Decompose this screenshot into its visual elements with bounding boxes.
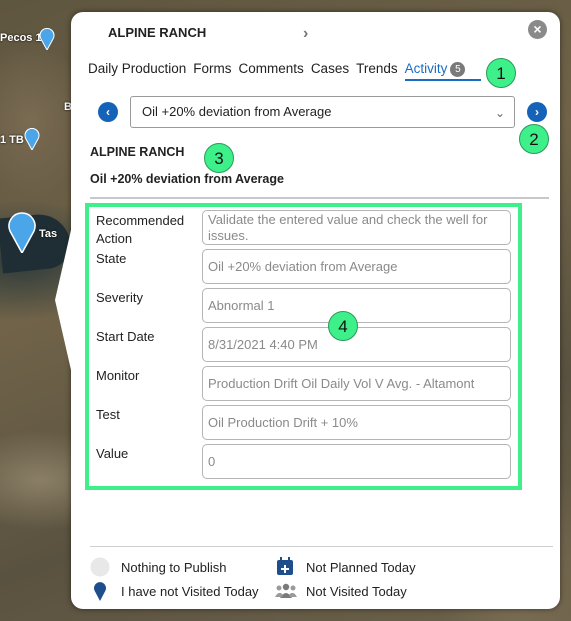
callout-1: 1 xyxy=(486,58,516,88)
field-label-severity: Severity xyxy=(96,290,143,305)
divider xyxy=(90,197,549,199)
state-field[interactable]: Oil +20% deviation from Average xyxy=(202,249,511,284)
empty-circle-icon xyxy=(90,557,110,577)
callout-2: 2 xyxy=(519,124,549,154)
tab-daily-production[interactable]: Daily Production xyxy=(88,61,186,81)
next-button[interactable]: › xyxy=(527,102,547,122)
test-field[interactable]: Oil Production Drift + 10% xyxy=(202,405,511,440)
map-label-pecos: Pecos 1 xyxy=(0,32,42,44)
map-pin-icon xyxy=(94,582,106,601)
severity-field[interactable]: Abnormal 1 xyxy=(202,288,511,323)
calendar-plus-icon xyxy=(277,557,293,575)
monitor-field[interactable]: Production Drift Oil Daily Vol V Avg. - … xyxy=(202,366,511,401)
legend-not-visited-today-pin: I have not Visited Today xyxy=(121,584,259,599)
legend-not-visited-today-group: Not Visited Today xyxy=(306,584,407,599)
well-info-panel: ALPINE RANCH › × Daily Production Forms … xyxy=(55,12,560,609)
map-pin-icon[interactable] xyxy=(39,28,55,50)
value-field[interactable]: 0 xyxy=(202,444,511,479)
panel-title: ALPINE RANCH xyxy=(108,25,207,40)
activity-select[interactable]: Oil +20% deviation from Average ⌄ xyxy=(130,96,515,128)
close-button[interactable]: × xyxy=(528,20,547,39)
tab-trends[interactable]: Trends xyxy=(356,61,398,81)
legend-divider xyxy=(90,546,553,547)
tab-comments[interactable]: Comments xyxy=(239,61,304,81)
panel-pointer xyxy=(55,230,71,370)
field-label-start-date: Start Date xyxy=(96,329,155,344)
field-label-state: State xyxy=(96,251,127,266)
section-title: ALPINE RANCH xyxy=(90,145,185,159)
field-label-test: Test xyxy=(96,407,120,422)
chevron-right-icon[interactable]: › xyxy=(303,25,308,43)
previous-button[interactable]: ‹ xyxy=(98,102,118,122)
map-pin-icon[interactable] xyxy=(24,128,40,150)
field-label-recommended-action: Recommended Action xyxy=(96,213,185,246)
tab-cases[interactable]: Cases xyxy=(311,61,349,81)
section-subtitle: Oil +20% deviation from Average xyxy=(90,172,284,186)
legend-not-planned-today: Not Planned Today xyxy=(306,560,416,575)
callout-4: 4 xyxy=(328,311,358,341)
field-label-value: Value xyxy=(96,446,129,461)
callout-3: 3 xyxy=(204,143,234,173)
tab-bar: Daily Production Forms Comments Cases Tr… xyxy=(88,61,482,81)
tab-activity[interactable]: Activity 5 xyxy=(404,61,482,81)
recommended-action-field[interactable]: Validate the entered value and check the… xyxy=(202,210,511,245)
chevron-down-icon: ⌄ xyxy=(494,106,505,120)
tab-activity-label: Activity xyxy=(404,61,448,76)
map-pin-selected-icon[interactable] xyxy=(7,211,37,253)
legend-nothing-to-publish: Nothing to Publish xyxy=(121,560,227,575)
activity-count-badge: 5 xyxy=(450,62,466,77)
users-group-icon xyxy=(275,583,297,598)
field-label-monitor: Monitor xyxy=(96,368,140,383)
map-label-tb: 1 TB xyxy=(0,134,24,146)
activity-select-value: Oil +20% deviation from Average xyxy=(142,104,332,119)
tab-forms[interactable]: Forms xyxy=(193,61,231,81)
